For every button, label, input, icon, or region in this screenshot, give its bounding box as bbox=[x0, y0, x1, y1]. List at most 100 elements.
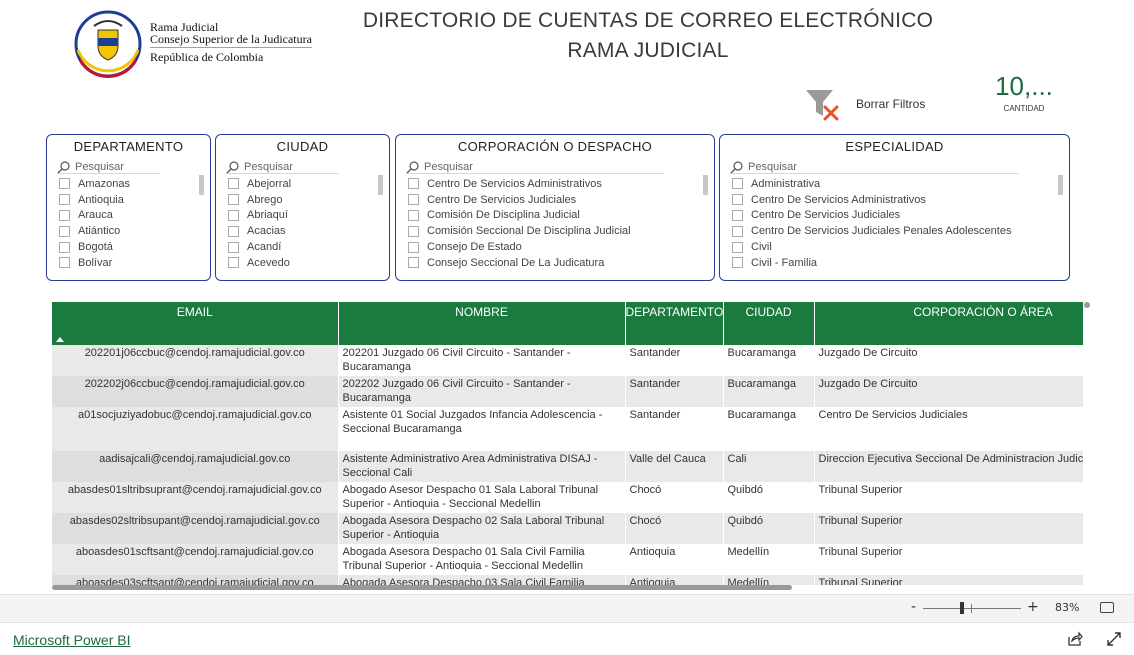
checkbox[interactable] bbox=[59, 194, 70, 206]
checkbox[interactable] bbox=[408, 257, 419, 269]
slicer-item-label: Civil - Familia bbox=[751, 256, 817, 269]
checkbox[interactable] bbox=[408, 225, 419, 237]
slicer-item[interactable]: Abejorral bbox=[228, 176, 389, 192]
slicer-item-label: Consejo Seccional De La Judicatura bbox=[427, 256, 605, 269]
slicer-item[interactable]: Antioquia bbox=[59, 192, 210, 208]
checkbox[interactable] bbox=[228, 209, 239, 221]
slicer-search-input[interactable]: Pesquisar bbox=[730, 160, 1019, 174]
slicer-item[interactable]: Administrativa bbox=[732, 176, 1069, 192]
table-row[interactable]: abasdes02sltribsupant@cendoj.ramajudicia… bbox=[52, 513, 1083, 544]
column-header-nombre[interactable]: NOMBRE bbox=[338, 302, 626, 345]
count-card: 10,... CANTIDAD bbox=[990, 70, 1058, 113]
table-row[interactable]: abasdes01sltribsuprant@cendoj.ramajudici… bbox=[52, 482, 1083, 513]
checkbox[interactable] bbox=[59, 225, 70, 237]
slicer-item[interactable]: Comisión Seccional De Disciplina Judicia… bbox=[408, 223, 714, 239]
email-cell: a01socjuziyadobuc@cendoj.ramajudicial.go… bbox=[52, 407, 339, 451]
ciudad-cell: Medellín bbox=[723, 544, 815, 575]
zoom-in-button[interactable]: + bbox=[1027, 599, 1039, 615]
checkbox[interactable] bbox=[732, 194, 743, 206]
checkbox[interactable] bbox=[59, 241, 70, 253]
slicer-item[interactable]: Acevedo bbox=[228, 255, 389, 271]
column-header-departamento[interactable]: DEPARTAMENTO bbox=[625, 302, 724, 345]
checkbox[interactable] bbox=[732, 241, 743, 253]
table-row[interactable]: 202201j06ccbuc@cendoj.ramajudicial.gov.c… bbox=[52, 345, 1083, 376]
checkbox[interactable] bbox=[228, 225, 239, 237]
table-row[interactable]: aboasdes01scftsant@cendoj.ramajudicial.g… bbox=[52, 544, 1083, 575]
column-header-email[interactable]: EMAIL bbox=[52, 302, 339, 345]
power-bi-link[interactable]: Microsoft Power BI bbox=[13, 632, 130, 648]
slicer-scrollbar[interactable] bbox=[1058, 175, 1063, 195]
zoom-out-button[interactable]: - bbox=[911, 599, 916, 615]
slicer-item[interactable]: Comisión De Disciplina Judicial bbox=[408, 208, 714, 224]
sort-ascending-icon bbox=[56, 337, 64, 342]
checkbox[interactable] bbox=[732, 257, 743, 269]
slicer-item[interactable]: Abrego bbox=[228, 192, 389, 208]
title-line-2: RAMA JUDICIAL bbox=[567, 39, 729, 62]
checkbox[interactable] bbox=[408, 209, 419, 221]
fullscreen-icon[interactable] bbox=[1106, 631, 1122, 647]
checkbox[interactable] bbox=[732, 178, 743, 190]
search-icon bbox=[57, 160, 70, 173]
slicer-scrollbar[interactable] bbox=[199, 175, 204, 195]
slicer-item[interactable]: Centro De Servicios Judiciales bbox=[732, 208, 1069, 224]
checkbox[interactable] bbox=[408, 178, 419, 190]
page-title: DIRECTORIO DE CUENTAS DE CORREO ELECTRÓN… bbox=[348, 6, 948, 66]
checkbox[interactable] bbox=[59, 257, 70, 269]
checkbox[interactable] bbox=[732, 209, 743, 221]
slicer-scrollbar[interactable] bbox=[378, 175, 383, 195]
table-row[interactable]: a01socjuziyadobuc@cendoj.ramajudicial.go… bbox=[52, 407, 1083, 451]
slicer-item-label: Centro De Servicios Administrativos bbox=[427, 177, 602, 190]
checkbox[interactable] bbox=[732, 225, 743, 237]
checkbox[interactable] bbox=[228, 178, 239, 190]
slicer-item-label: Abrego bbox=[247, 193, 283, 206]
zoom-slider-thumb[interactable] bbox=[960, 602, 964, 614]
slicer-search-input[interactable]: Pesquisar bbox=[57, 160, 160, 174]
table-row[interactable]: aboasdes03scftsant@cendoj.ramajudicial.g… bbox=[52, 575, 1083, 585]
checkbox[interactable] bbox=[59, 178, 70, 190]
slicer-item[interactable]: Bolívar bbox=[59, 255, 210, 271]
table-horizontal-scrollbar[interactable] bbox=[52, 585, 792, 590]
share-icon[interactable] bbox=[1067, 631, 1083, 647]
slicer-item[interactable]: Consejo Seccional De La Judicatura bbox=[408, 255, 714, 271]
title-line-1: DIRECTORIO DE CUENTAS DE CORREO ELECTRÓN… bbox=[362, 9, 934, 32]
zoom-track[interactable] bbox=[923, 608, 1021, 609]
slicer-item[interactable]: Bogotá bbox=[59, 239, 210, 255]
slicer-item[interactable]: Centro De Servicios Administrativos bbox=[732, 192, 1069, 208]
corporacion-cell: Juzgado De Circuito bbox=[814, 345, 1083, 376]
slicer-item[interactable]: Consejo De Estado bbox=[408, 239, 714, 255]
table-options-dot[interactable] bbox=[1084, 302, 1090, 308]
fit-to-page-icon[interactable] bbox=[1100, 602, 1114, 613]
clear-filters-button[interactable]: Borrar Filtros bbox=[805, 88, 925, 122]
checkbox[interactable] bbox=[408, 241, 419, 253]
slicer-item[interactable]: Arauca bbox=[59, 208, 210, 224]
table-row[interactable]: 202202j06ccbuc@cendoj.ramajudicial.gov.c… bbox=[52, 376, 1083, 407]
search-placeholder: Pesquisar bbox=[748, 160, 797, 173]
zoom-center-tick bbox=[971, 604, 972, 613]
checkbox[interactable] bbox=[408, 194, 419, 206]
slicer-item[interactable]: Abriaquí bbox=[228, 208, 389, 224]
slicer-scrollbar[interactable] bbox=[703, 175, 708, 195]
checkbox[interactable] bbox=[228, 194, 239, 206]
slicer-corporacion: CORPORACIÓN O DESPACHO Pesquisar Centro … bbox=[395, 134, 715, 281]
slicer-item[interactable]: Amazonas bbox=[59, 176, 210, 192]
slicer-item[interactable]: Centro De Servicios Administrativos bbox=[408, 176, 714, 192]
slicer-item[interactable]: Atiántico bbox=[59, 223, 210, 239]
slicer-item[interactable]: Acandí bbox=[228, 239, 389, 255]
slicer-search-input[interactable]: Pesquisar bbox=[226, 160, 339, 174]
slicer-item[interactable]: Civil bbox=[732, 239, 1069, 255]
table-row[interactable]: aadisajcali@cendoj.ramajudicial.gov.co A… bbox=[52, 451, 1083, 482]
footer: Microsoft Power BI bbox=[0, 622, 1134, 655]
checkbox[interactable] bbox=[59, 209, 70, 221]
slicer-search-input[interactable]: Pesquisar bbox=[406, 160, 664, 174]
slicer-item[interactable]: Civil - Familia bbox=[732, 255, 1069, 271]
checkbox[interactable] bbox=[228, 257, 239, 269]
checkbox[interactable] bbox=[228, 241, 239, 253]
search-icon bbox=[406, 160, 419, 173]
email-cell: 202202j06ccbuc@cendoj.ramajudicial.gov.c… bbox=[52, 376, 339, 407]
column-header-corporacion[interactable]: CORPORACIÓN O ÁREA bbox=[814, 302, 1083, 345]
column-header-ciudad[interactable]: CIUDAD bbox=[723, 302, 815, 345]
email-cell: 202201j06ccbuc@cendoj.ramajudicial.gov.c… bbox=[52, 345, 339, 376]
slicer-item[interactable]: Centro De Servicios Judiciales bbox=[408, 192, 714, 208]
slicer-item[interactable]: Acacias bbox=[228, 223, 389, 239]
slicer-item[interactable]: Centro De Servicios Judiciales Penales A… bbox=[732, 223, 1069, 239]
